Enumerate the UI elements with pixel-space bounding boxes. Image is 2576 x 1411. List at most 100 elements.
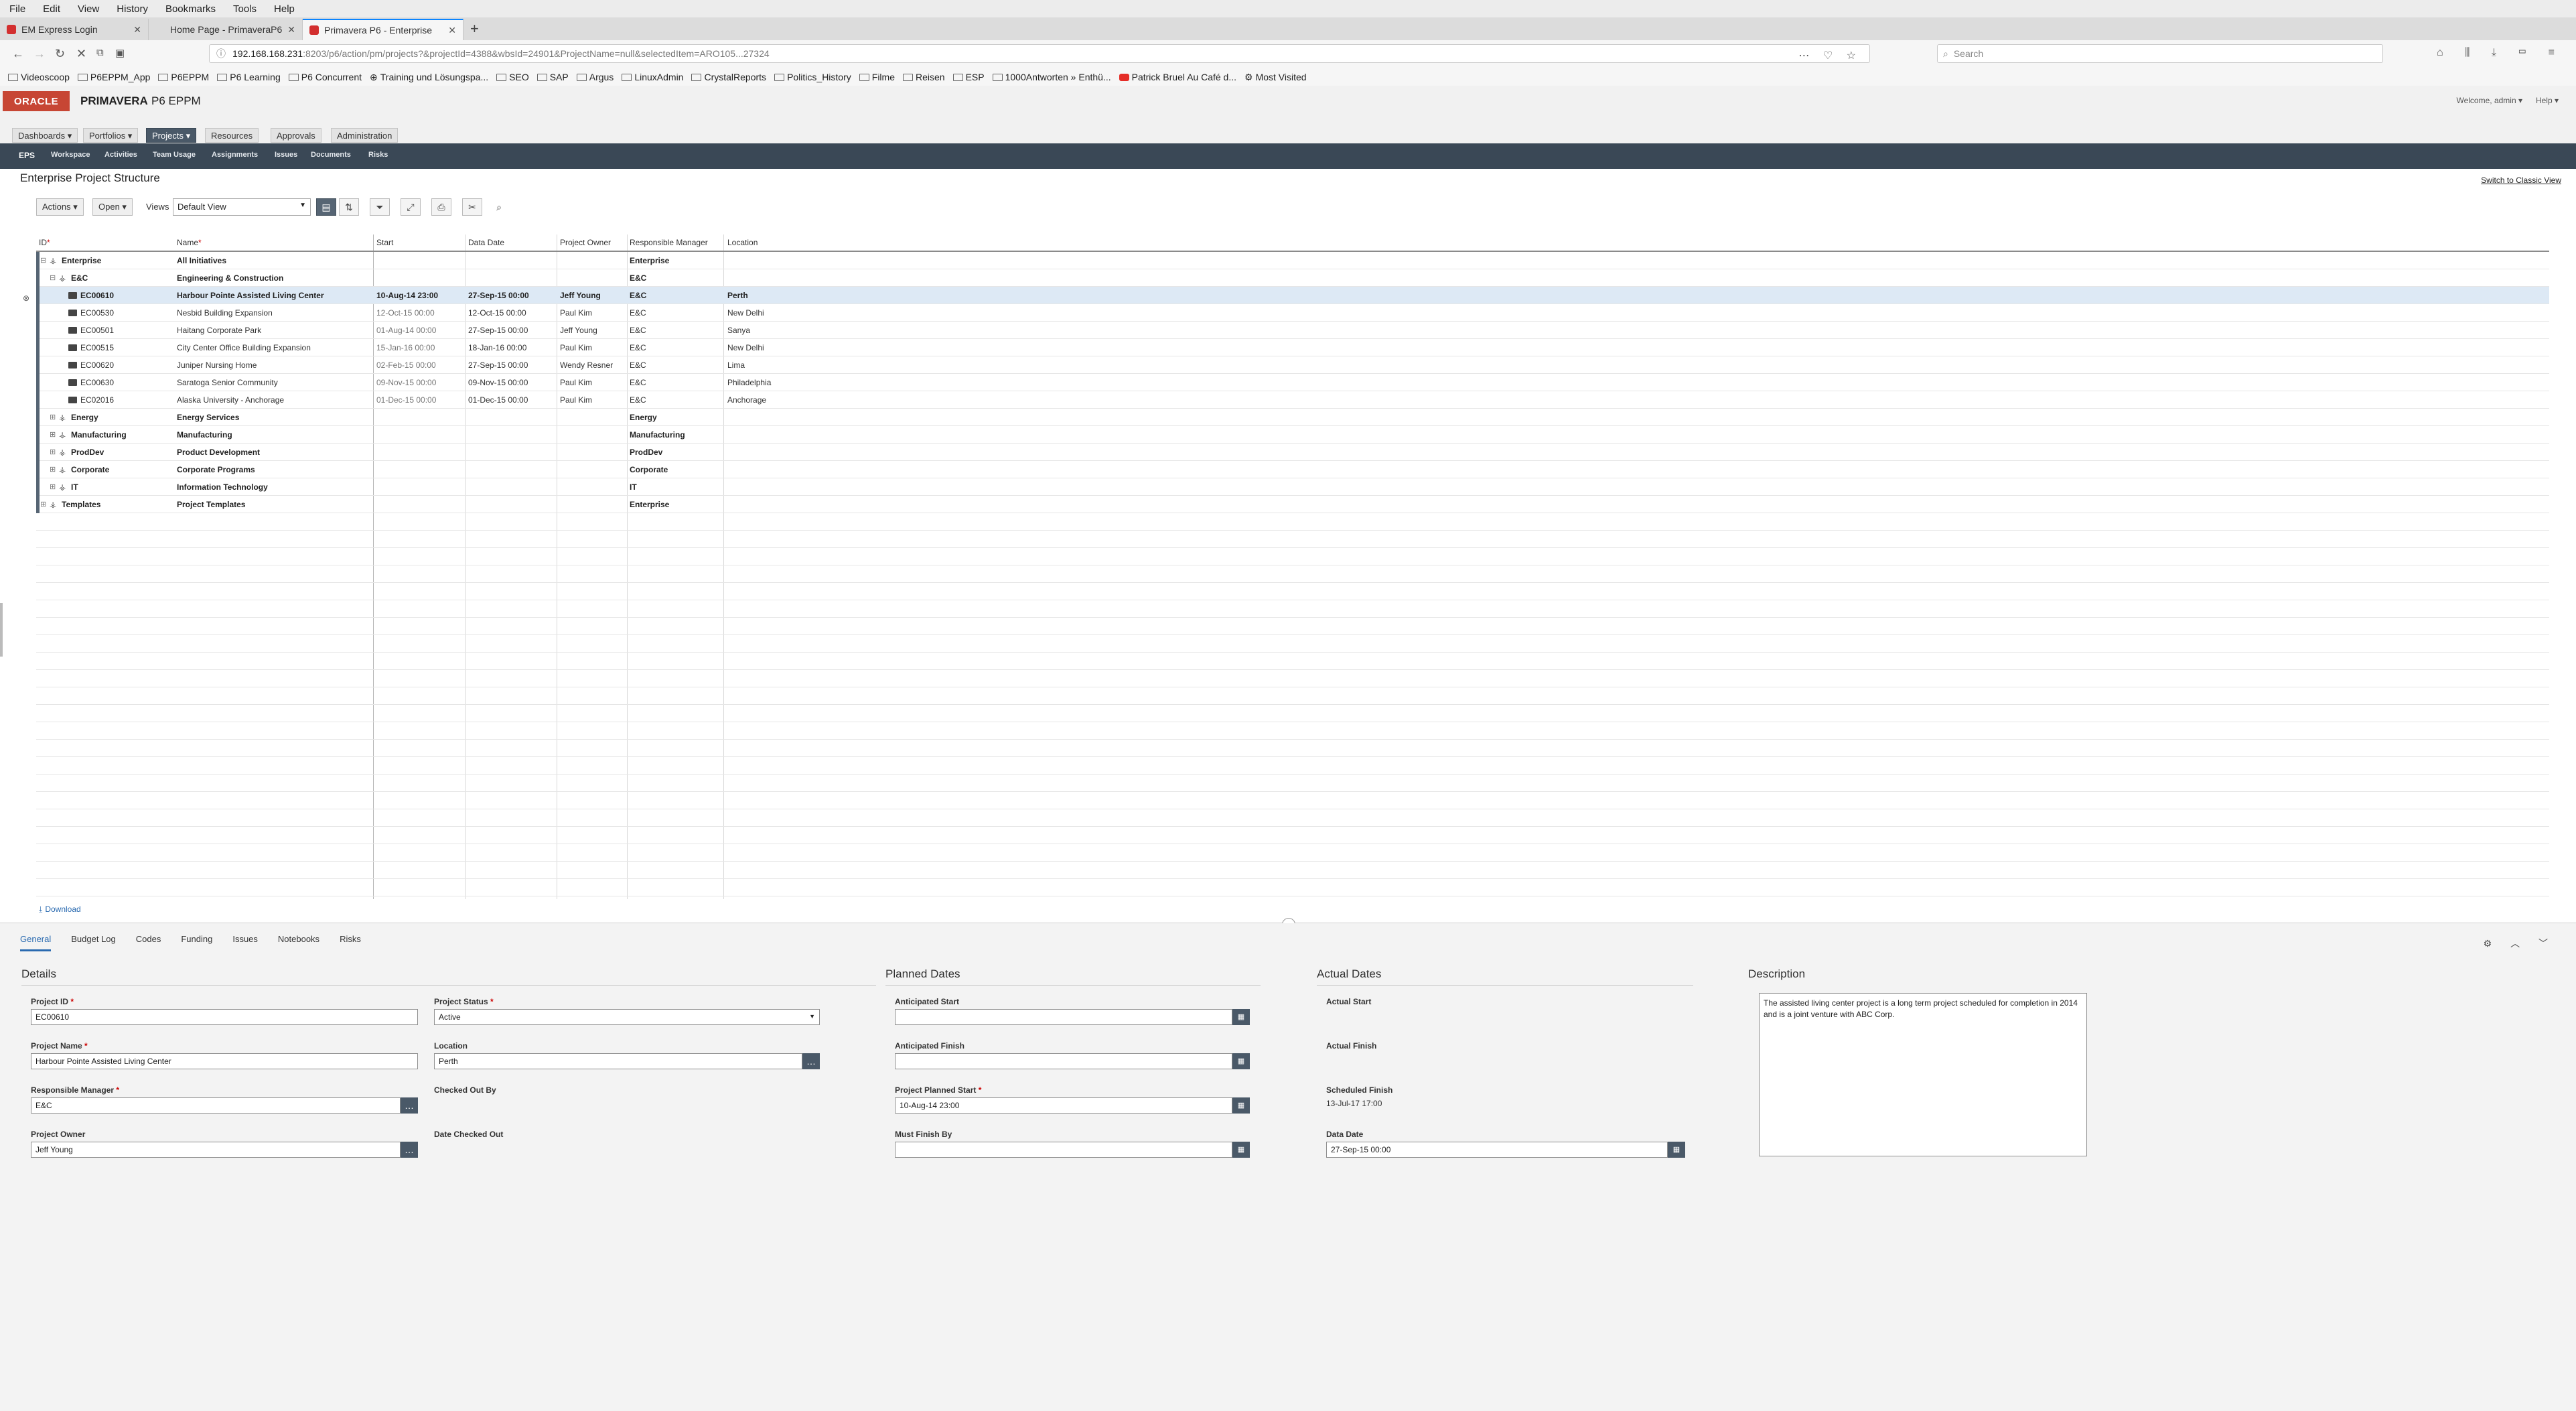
table-row-project[interactable]: EC00515 City Center Office Building Expan… (36, 339, 2549, 356)
calendar-icon[interactable]: ▦ (1668, 1142, 1685, 1158)
collapse-icon[interactable]: ⊟ (40, 256, 46, 265)
screenshot-icon[interactable]: ⧉ (96, 47, 104, 58)
column-settings-icon[interactable]: ⇅ (339, 198, 359, 216)
menu-help[interactable]: Help (274, 3, 295, 15)
row-indicator-icon[interactable]: ⊗ (23, 293, 29, 303)
bookmark-item[interactable]: LinuxAdmin (622, 72, 683, 82)
table-row-project[interactable]: EC00610 Harbour Pointe Assisted Living Ce… (36, 287, 2549, 304)
menu-view[interactable]: View (78, 3, 99, 15)
table-row-eps[interactable]: ⊟ ⚶ Enterprise All Initiatives Enterprise (36, 252, 2549, 269)
browse-location-button[interactable]: … (802, 1053, 820, 1069)
subnav-activities[interactable]: Activities (104, 151, 137, 159)
browser-tab-em-express[interactable]: EM Express Login ✕ (0, 19, 149, 40)
view-select[interactable]: Default View ▼ (173, 198, 311, 216)
description-textarea[interactable]: The assisted living center project is a … (1759, 993, 2087, 1156)
bookmark-item[interactable]: ⚙ Most Visited (1244, 72, 1307, 83)
new-tab-icon[interactable]: + (470, 20, 479, 38)
back-icon[interactable]: ← (12, 47, 24, 61)
expand-icon[interactable]: ⤢ (401, 198, 421, 216)
page-actions-icon[interactable]: ⋯ ♡ ☆ (1798, 49, 1861, 62)
browse-manager-button[interactable]: … (401, 1097, 418, 1114)
download-link[interactable]: ⤓ Download (39, 904, 81, 915)
help-menu[interactable]: Help ▾ (2536, 96, 2559, 105)
filter-icon[interactable]: ⏷ (370, 198, 390, 216)
subnav-issues[interactable]: Issues (275, 151, 297, 159)
module-approvals[interactable]: Approvals (271, 128, 321, 143)
bookmark-item[interactable]: SAP (536, 72, 569, 82)
tab-codes[interactable]: Codes (136, 934, 161, 951)
calendar-icon[interactable]: ▦ (1232, 1053, 1250, 1069)
bookmark-item[interactable]: CrystalReports (691, 72, 766, 82)
tab-budget-log[interactable]: Budget Log (71, 934, 116, 951)
expand-icon[interactable]: ⊞ (50, 430, 56, 439)
menu-file[interactable]: File (9, 3, 25, 15)
col-header-responsible-manager[interactable]: Responsible Manager (630, 238, 708, 247)
tab-issues[interactable]: Issues (232, 934, 258, 951)
stop-icon[interactable]: ✕ (76, 47, 86, 61)
project-name-field[interactable]: Harbour Pointe Assisted Living Center (31, 1053, 418, 1069)
location-field[interactable]: Perth (434, 1053, 802, 1069)
table-row-eps[interactable]: ⊞ ⚶ Templates Project Templates Enterprise (36, 496, 2549, 513)
menu-history[interactable]: History (117, 3, 148, 15)
browser-tab-home[interactable]: Home Page - PrimaveraP6EPPM ✕ (149, 19, 303, 40)
menu-bookmarks[interactable]: Bookmarks (165, 3, 216, 15)
calendar-icon[interactable]: ▦ (1232, 1097, 1250, 1114)
bookmark-item[interactable]: P6EPPM_App (77, 72, 150, 82)
bookmark-item[interactable]: P6 Concurrent (288, 72, 362, 82)
tab-risks[interactable]: Risks (340, 934, 361, 951)
bookmark-item[interactable]: ESP (952, 72, 985, 82)
bookmark-item[interactable]: Videoscoop (8, 72, 70, 82)
module-projects[interactable]: Projects ▾ (146, 128, 197, 143)
menu-tools[interactable]: Tools (233, 3, 257, 15)
col-header-data-date[interactable]: Data Date (468, 238, 504, 247)
module-dashboards[interactable]: Dashboards ▾ (12, 128, 78, 143)
subnav-documents[interactable]: Documents (311, 151, 351, 159)
bookmark-item[interactable]: Politics_History (774, 72, 851, 82)
close-icon[interactable]: ✕ (287, 24, 295, 36)
table-row-project[interactable]: EC00620 Juniper Nursing Home 02-Feb-15 00:… (36, 356, 2549, 374)
planned-start-field[interactable]: 10-Aug-14 23:00 (895, 1097, 1232, 1114)
browser-tab-primavera[interactable]: Primavera P6 - Enterprise ✕ (303, 19, 463, 40)
responsible-manager-field[interactable]: E&C (31, 1097, 401, 1114)
bookmark-item[interactable]: Argus (576, 72, 614, 82)
reload-icon[interactable]: ↻ (55, 47, 65, 61)
search-icon[interactable]: ⌕ (489, 198, 509, 216)
project-status-select[interactable]: Active ▼ (434, 1009, 820, 1025)
table-row-eps[interactable]: ⊞ ⚶ Corporate Corporate Programs Corporate (36, 461, 2549, 478)
table-row-project[interactable]: EC00630 Saratoga Senior Community 09-Nov-1… (36, 374, 2549, 391)
menu-edit[interactable]: Edit (43, 3, 60, 15)
col-header-project-owner[interactable]: Project Owner (560, 238, 611, 247)
table-row-eps[interactable]: ⊞ ⚶ Manufacturing Manufacturing Manufacturin… (36, 426, 2549, 444)
table-row-eps[interactable]: ⊞ ⚶ IT Information Technology IT (36, 478, 2549, 496)
welcome-menu[interactable]: Welcome, admin ▾ (2456, 96, 2522, 105)
anticipated-finish-field[interactable] (895, 1053, 1232, 1069)
print-icon[interactable]: ⎙ (431, 198, 451, 216)
browse-owner-button[interactable]: … (401, 1142, 418, 1158)
subnav-workspace[interactable]: Workspace (51, 151, 90, 159)
calendar-icon[interactable]: ▦ (1232, 1142, 1250, 1158)
anticipated-start-field[interactable] (895, 1009, 1232, 1025)
expand-icon[interactable]: ⊞ (50, 413, 56, 421)
panel-controls[interactable]: ⚙ ︿ ﹀ (2484, 937, 2556, 950)
expand-icon[interactable]: ⊞ (50, 482, 56, 491)
tools-icon[interactable]: ✂ (462, 198, 482, 216)
close-icon[interactable]: ✕ (448, 25, 456, 36)
bookmark-item[interactable]: 1000Antworten » Enthü... (992, 72, 1111, 82)
bookmark-item[interactable]: Reisen (903, 72, 945, 82)
data-date-field[interactable]: 27-Sep-15 00:00 (1326, 1142, 1668, 1158)
table-row-eps[interactable]: ⊟ ⚶ E&C Engineering & Construction E&C (36, 269, 2549, 287)
bookmark-item[interactable]: SEO (496, 72, 529, 82)
subnav-assignments[interactable]: Assignments (212, 151, 258, 159)
switch-classic-view-link[interactable]: Switch to Classic View (2481, 176, 2561, 185)
browser-toolbar-icons[interactable]: ⌂ ⫼ ⤓ ▭ ≡ (2437, 47, 2564, 59)
table-row-project[interactable]: EC02016 Alaska University - Anchorage 01-D… (36, 391, 2549, 409)
table-row-eps[interactable]: ⊞ ⚶ ProdDev Product Development ProdDev (36, 444, 2549, 461)
bookmark-item[interactable]: Patrick Bruel Au Café d... (1119, 72, 1236, 82)
bookmark-item[interactable]: P6 Learning (217, 72, 281, 82)
collapse-icon[interactable]: ⊟ (50, 273, 56, 282)
expand-icon[interactable]: ⊞ (50, 448, 56, 456)
must-finish-by-field[interactable] (895, 1142, 1232, 1158)
col-header-start[interactable]: Start (376, 238, 393, 247)
open-button[interactable]: Open ▾ (92, 198, 133, 216)
bookmark-item[interactable]: P6EPPM (158, 72, 209, 82)
